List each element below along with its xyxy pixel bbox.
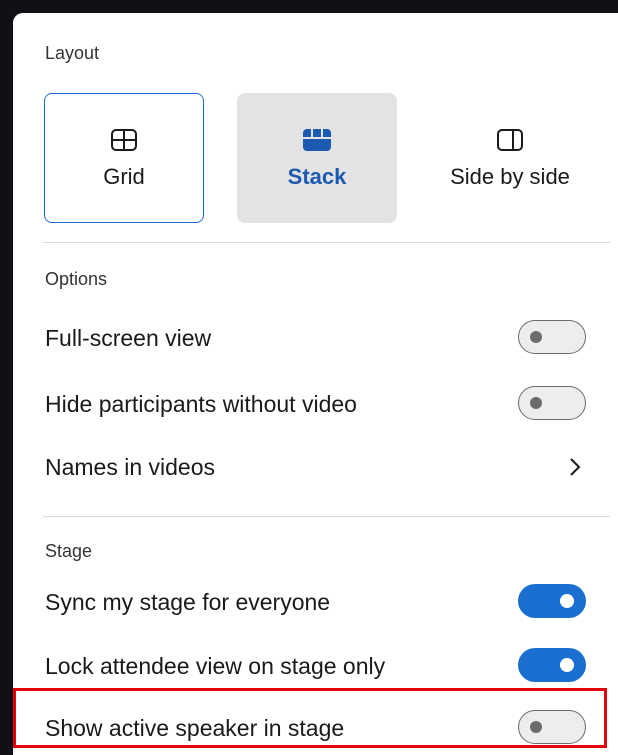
- stage-section-title: Stage: [45, 541, 93, 561]
- options-section-title: Options: [45, 269, 108, 289]
- side-by-side-icon: [493, 126, 527, 154]
- layout-side-by-side-button[interactable]: Side by side: [430, 93, 590, 223]
- hide-participants-label: Hide participants without video: [45, 391, 357, 417]
- highlight-box: [13, 688, 607, 748]
- grid-icon: [107, 126, 141, 154]
- divider: [43, 242, 610, 243]
- toggle-knob: [530, 331, 542, 343]
- layout-grid-button[interactable]: Grid: [44, 93, 204, 223]
- layout-side-by-side-label: Side by side: [450, 164, 570, 189]
- divider: [43, 516, 610, 517]
- lock-attendee-view-toggle[interactable]: [518, 648, 586, 682]
- names-in-videos-label: Names in videos: [45, 454, 216, 480]
- names-in-videos-row[interactable]: Names in videos: [45, 454, 590, 481]
- layout-stack-button[interactable]: Stack: [237, 93, 397, 223]
- sync-stage-toggle[interactable]: [518, 584, 586, 618]
- stack-icon: [300, 126, 334, 154]
- chevron-right-icon: [567, 455, 583, 479]
- toggle-knob: [560, 594, 574, 608]
- view-options-panel: Layout Grid Stack Side by side Options F…: [13, 13, 618, 755]
- full-screen-view-label: Full-screen view: [45, 325, 212, 351]
- toggle-knob: [560, 658, 574, 672]
- lock-attendee-view-label: Lock attendee view on stage only: [45, 653, 386, 679]
- layout-grid-label: Grid: [103, 164, 145, 189]
- layout-stack-label: Stack: [287, 164, 347, 189]
- toggle-knob: [530, 397, 542, 409]
- hide-participants-toggle[interactable]: [518, 386, 586, 420]
- layout-section-title: Layout: [45, 43, 100, 63]
- full-screen-view-toggle[interactable]: [518, 320, 586, 354]
- sync-stage-label: Sync my stage for everyone: [45, 589, 331, 615]
